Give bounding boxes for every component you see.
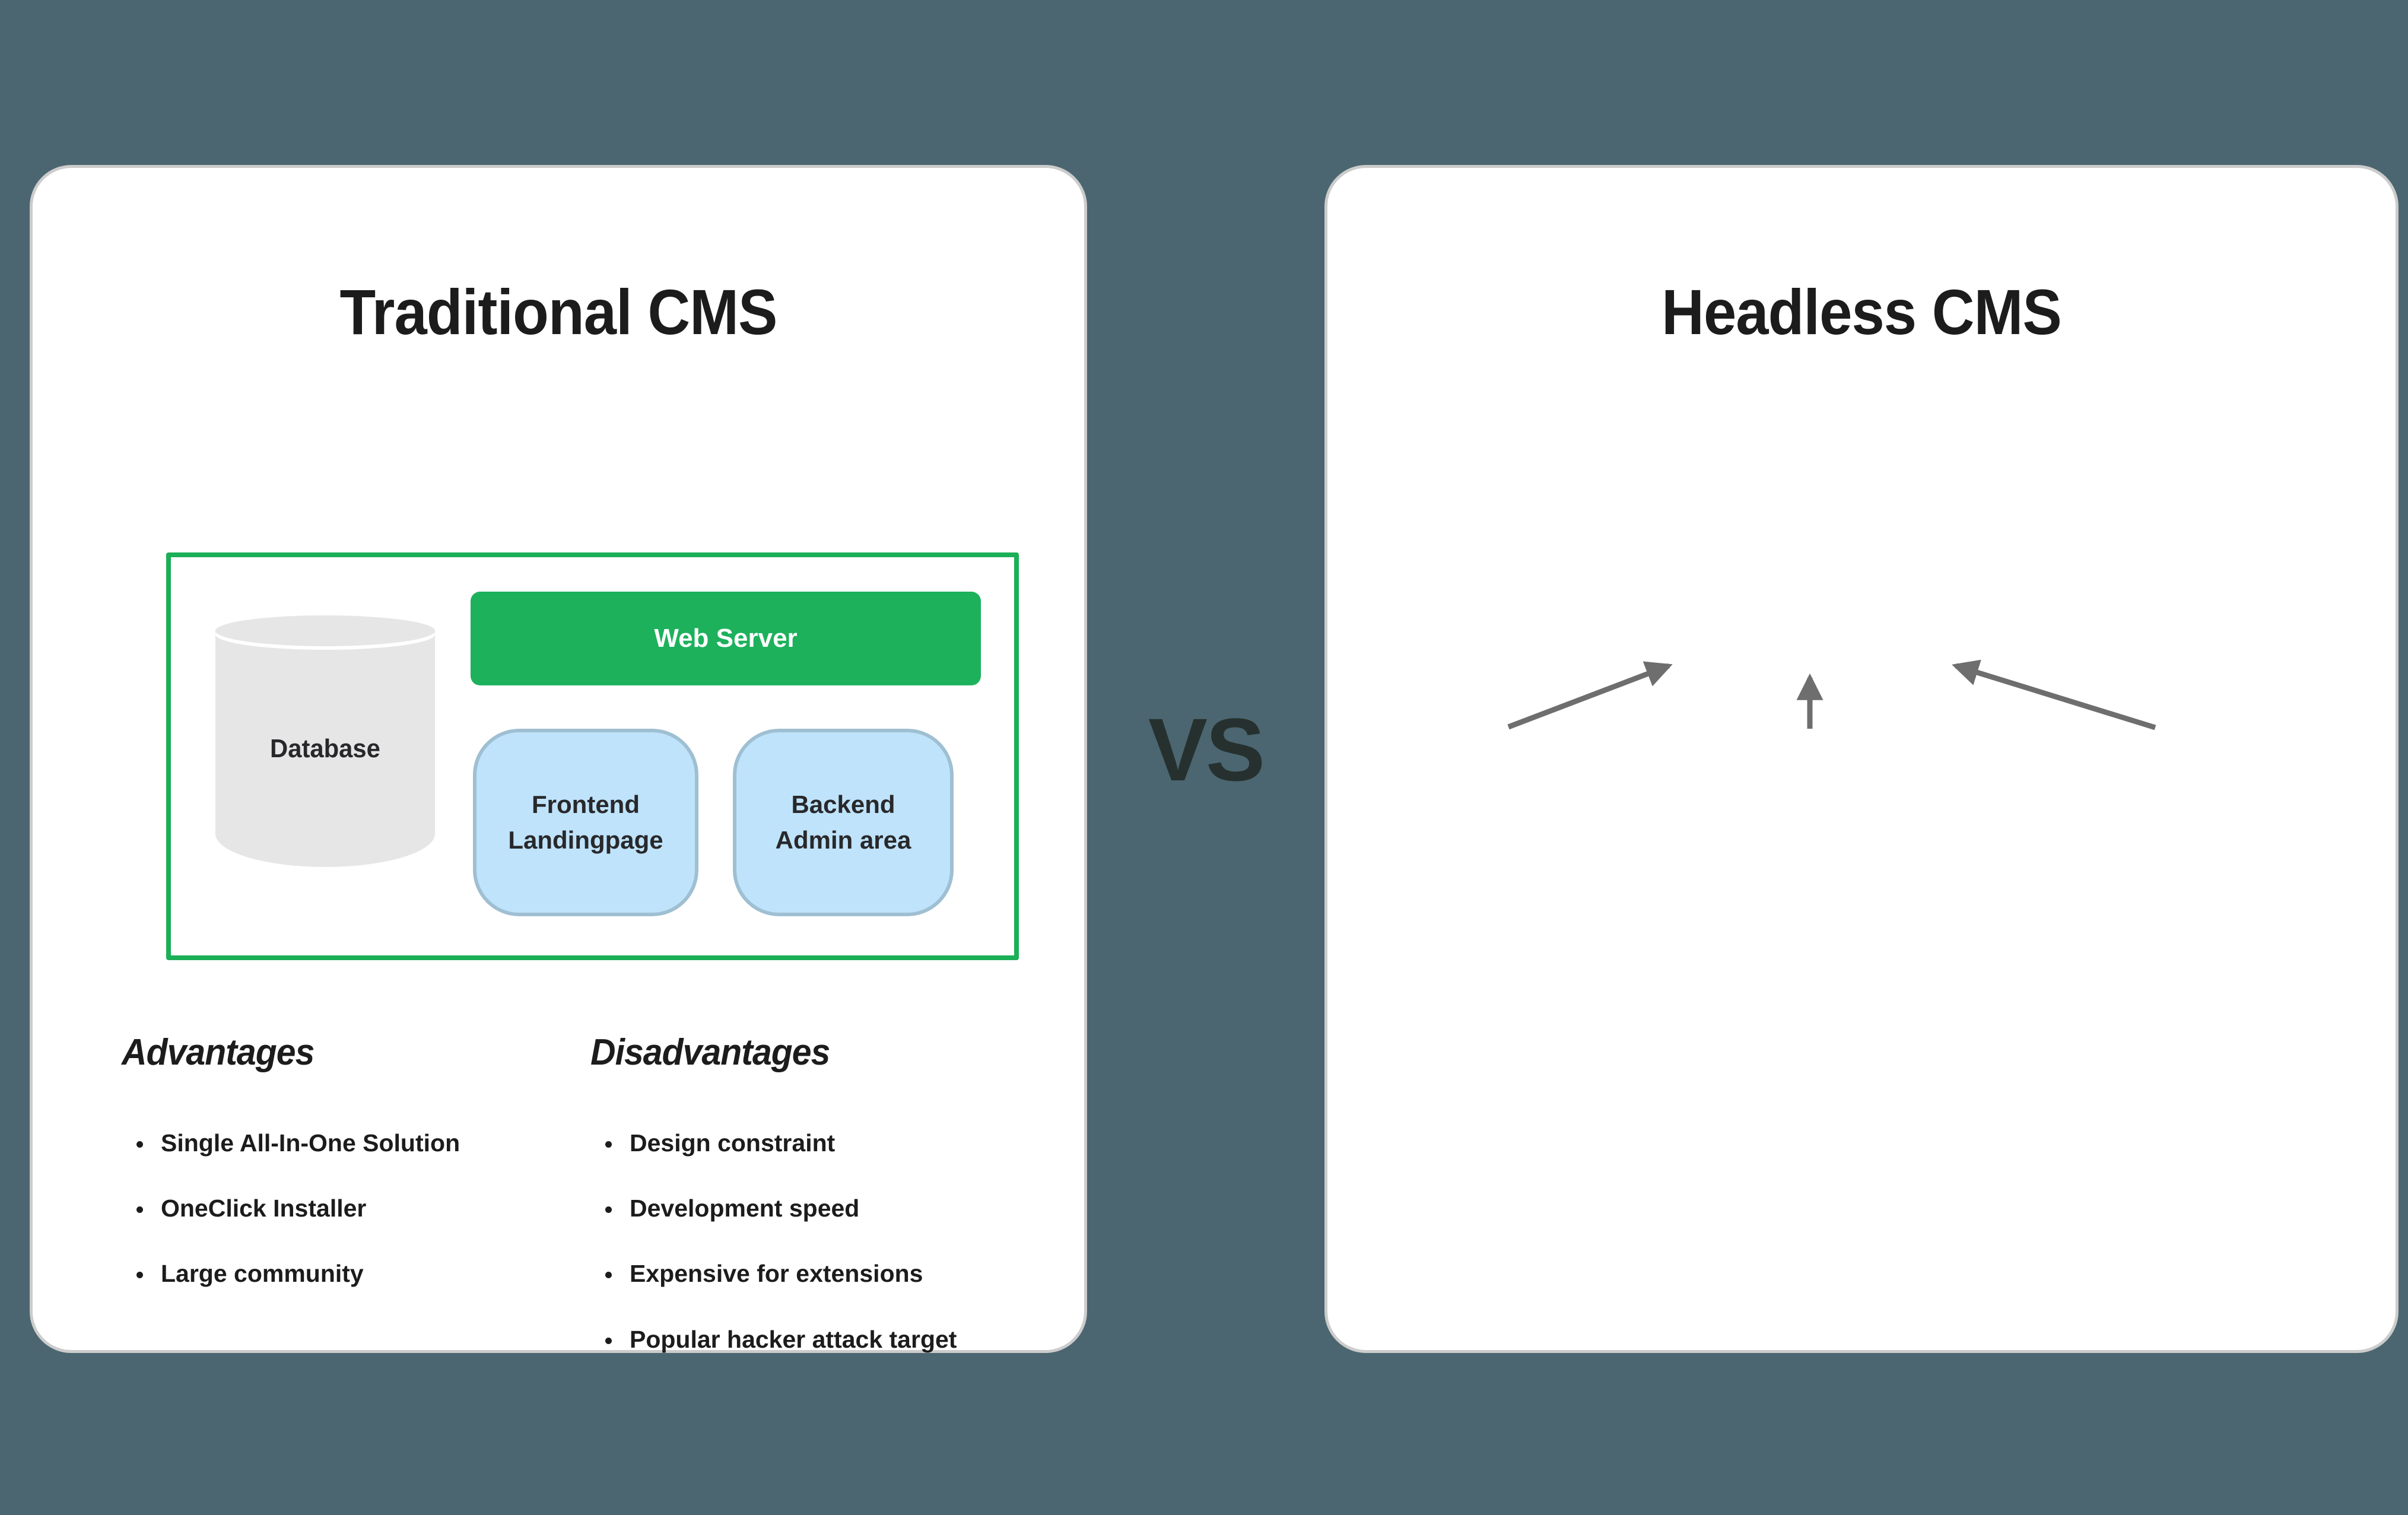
frontend-node-line2: Landingpage [508, 826, 663, 854]
traditional-disadvantages-column: Disadvantages Design constraint Developm… [590, 1031, 1077, 1387]
web-server-box-traditional: Web Server [471, 592, 981, 685]
backend-node-line1: Backend [791, 790, 895, 819]
traditional-cms-title: Traditional CMS [339, 276, 777, 348]
list-item: Single All-In-One Solution [154, 1126, 590, 1160]
frontend-node: Frontend Landingpage [473, 729, 698, 916]
advantages-heading: Advantages [122, 1032, 314, 1073]
headless-cms-card: Headless CMS Database Web Server API RES… [1324, 165, 2399, 1353]
traditional-advantages-column: Advantages Single All-In-One Solution On… [122, 1031, 590, 1387]
list-item: Expensive for extensions [622, 1256, 1077, 1291]
backend-node-traditional: Backend Admin area [733, 729, 954, 916]
list-item: Large community [154, 1256, 590, 1291]
database-label: Database [270, 734, 380, 763]
list-item: Design constraint [622, 1126, 1077, 1160]
traditional-lists: Advantages Single All-In-One Solution On… [122, 1031, 1083, 1387]
frontend-node-line1: Frontend [532, 790, 640, 819]
cylinder-top-icon [215, 615, 435, 646]
traditional-advantages-list: Single All-In-One Solution OneClick Inst… [122, 1126, 590, 1291]
traditional-disadvantages-list: Design constraint Development speed Expe… [590, 1126, 1077, 1357]
headless-cms-title: Headless CMS [1662, 276, 2062, 348]
backend-node-line2: Admin area [775, 826, 911, 854]
traditional-cms-card: Traditional CMS Database Web Server Fron… [30, 165, 1087, 1353]
disadvantages-heading: Disadvantages [590, 1032, 830, 1073]
list-item: Development speed [622, 1191, 1077, 1225]
list-item: OneClick Installer [154, 1191, 590, 1225]
database-cylinder-traditional: Database [215, 615, 435, 867]
list-item: Popular hacker attack target [622, 1322, 1077, 1357]
versus-label: VS [1148, 700, 1265, 799]
